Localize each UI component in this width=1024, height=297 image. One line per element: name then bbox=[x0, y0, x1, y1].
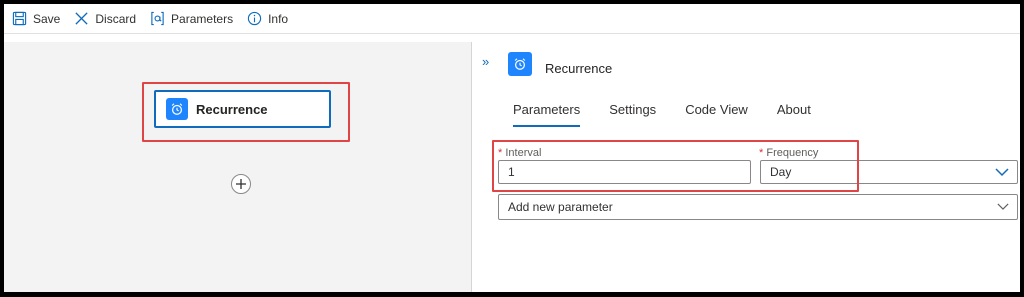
discard-button[interactable]: Discard bbox=[74, 11, 136, 26]
tab-settings[interactable]: Settings bbox=[609, 102, 656, 127]
info-button[interactable]: Info bbox=[247, 11, 288, 26]
recurrence-icon bbox=[166, 98, 188, 120]
panel-tabs: Parameters Settings Code View About bbox=[513, 102, 840, 127]
plus-icon bbox=[236, 179, 246, 189]
tab-parameters[interactable]: Parameters bbox=[513, 102, 581, 127]
recurrence-trigger-card[interactable]: Recurrence bbox=[154, 90, 331, 128]
add-new-parameter-dropdown[interactable]: Add new parameter bbox=[498, 194, 1018, 220]
tab-code-view[interactable]: Code View bbox=[685, 102, 748, 127]
highlight-box bbox=[492, 140, 859, 192]
info-icon bbox=[247, 11, 262, 26]
canvas-spacer bbox=[4, 34, 472, 42]
info-label: Info bbox=[268, 11, 289, 26]
chevron-down-icon bbox=[997, 203, 1009, 210]
close-icon bbox=[75, 12, 88, 25]
add-parameter-label: Add new parameter bbox=[508, 200, 613, 214]
parameters-icon bbox=[151, 11, 164, 26]
toolbar: Save Discard Parameters Info bbox=[4, 4, 1020, 34]
save-label: Save bbox=[33, 11, 61, 26]
collapse-panel-icon[interactable]: » bbox=[482, 54, 489, 69]
discard-label: Discard bbox=[95, 11, 137, 26]
recurrence-icon bbox=[508, 52, 532, 76]
parameters-button[interactable]: Parameters bbox=[150, 11, 233, 26]
save-icon bbox=[12, 11, 27, 26]
details-panel: » Recurrence Parameters Settings Code Vi… bbox=[473, 34, 1020, 292]
parameters-label: Parameters bbox=[171, 11, 234, 26]
panel-title: Recurrence bbox=[545, 61, 613, 76]
save-button[interactable]: Save bbox=[12, 11, 60, 26]
add-step-button[interactable] bbox=[231, 174, 251, 194]
trigger-label: Recurrence bbox=[196, 101, 268, 117]
tab-about[interactable]: About bbox=[777, 102, 811, 127]
chevron-down-icon bbox=[995, 168, 1009, 177]
designer-canvas: Recurrence bbox=[4, 42, 472, 292]
designer-window: Save Discard Parameters Info Recurrence … bbox=[4, 4, 1020, 292]
